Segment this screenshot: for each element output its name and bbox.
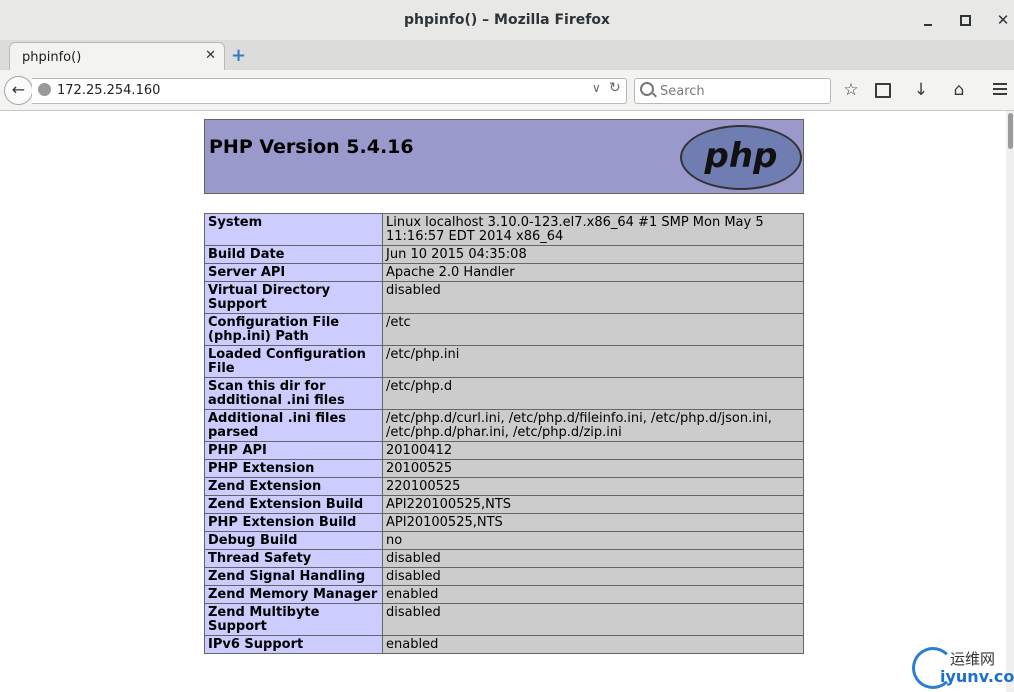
row-key: Loaded Configuration File <box>204 345 383 378</box>
row-key: PHP API <box>204 441 383 460</box>
page-viewport: PHP Version 5.4.16 php System Linux local… <box>0 111 1014 692</box>
row-key: Zend Extension <box>204 477 383 496</box>
table-row: PHP API 20100412 <box>204 441 804 460</box>
table-row: PHP Extension Build API20100525,NTS <box>204 513 804 532</box>
table-row: Loaded Configuration File/etc/php.ini <box>204 345 804 378</box>
download-icon[interactable]: ↓ <box>910 79 932 101</box>
row-value: no <box>382 531 804 550</box>
table-row: Zend Extension 220100525 <box>204 477 804 496</box>
maximize-icon[interactable] <box>955 10 975 30</box>
row-key: PHP Extension <box>204 459 383 478</box>
row-value: API220100525,NTS <box>382 495 804 514</box>
row-value: /etc/php.d/curl.ini, /etc/php.d/fileinfo… <box>382 409 804 442</box>
home-icon[interactable]: ⌂ <box>948 79 970 101</box>
row-key: Virtual Directory Support <box>204 281 383 314</box>
table-row: Zend Signal Handling disabled <box>204 567 804 586</box>
row-value: disabled <box>382 281 804 314</box>
bookmark-star-icon[interactable]: ☆ <box>840 79 862 101</box>
table-row: Additional .ini files parsed/etc/php.d/c… <box>204 409 804 442</box>
row-value: Jun 10 2015 04:35:08 <box>382 245 804 264</box>
row-key: Zend Multibyte Support <box>204 603 383 636</box>
row-key: Configuration File (php.ini) Path <box>204 313 383 346</box>
row-key: Thread Safety <box>204 549 383 568</box>
bookmarks-list-icon[interactable] <box>872 79 894 101</box>
row-key: Additional .ini files parsed <box>204 409 383 442</box>
row-key: IPv6 Support <box>204 635 383 654</box>
tab-strip: phpinfo() ✕ + <box>0 40 1014 71</box>
url-text[interactable]: 172.25.254.160 <box>57 83 160 98</box>
php-version-header: PHP Version 5.4.16 php <box>204 119 804 194</box>
row-value: enabled <box>382 585 804 604</box>
menu-icon[interactable] <box>989 79 1011 101</box>
row-value: disabled <box>382 603 804 636</box>
row-key: PHP Extension Build <box>204 513 383 532</box>
tab-close-icon[interactable]: ✕ <box>205 48 216 63</box>
table-row: Thread Safety disabled <box>204 549 804 568</box>
table-row: Zend Memory Manager enabled <box>204 585 804 604</box>
search-box[interactable] <box>634 78 831 104</box>
watermark-en-text: iyunv.com <box>940 667 1014 686</box>
new-tab-icon[interactable]: + <box>231 45 246 66</box>
row-key: Zend Extension Build <box>204 495 383 514</box>
row-value: /etc/php.d <box>382 377 804 410</box>
row-value: /etc <box>382 313 804 346</box>
row-key: Scan this dir for additional .ini files <box>204 377 383 410</box>
window-title: phpinfo() – Mozilla Firefox <box>404 12 610 28</box>
row-key: Server API <box>204 263 383 282</box>
minimize-icon[interactable] <box>918 10 938 30</box>
table-row: PHP Extension 20100525 <box>204 459 804 478</box>
row-value: API20100525,NTS <box>382 513 804 532</box>
row-key: System <box>204 213 383 246</box>
search-input[interactable] <box>658 82 827 100</box>
php-logo-text: php <box>704 136 778 176</box>
row-key: Build Date <box>204 245 383 264</box>
php-logo: php <box>680 125 802 190</box>
url-bar[interactable]: 172.25.254.160 ∨ ↻ <box>32 78 627 104</box>
row-value: 220100525 <box>382 477 804 496</box>
table-row: Configuration File (php.ini) Path/etc <box>204 313 804 346</box>
table-row: Server API Apache 2.0 Handler <box>204 263 804 282</box>
tab-title: phpinfo() <box>22 50 82 65</box>
row-value: disabled <box>382 549 804 568</box>
table-row: Zend Extension Build API220100525,NTS <box>204 495 804 514</box>
window-titlebar: phpinfo() – Mozilla Firefox ✕ <box>0 0 1014 41</box>
site-identity-icon[interactable] <box>38 83 51 96</box>
table-row: System Linux localhost 3.10.0-123.el7.x86… <box>204 213 804 246</box>
scrollbar[interactable] <box>1006 111 1014 692</box>
search-icon <box>640 82 654 96</box>
url-dropdown-icon[interactable]: ∨ <box>592 81 601 95</box>
phpinfo-table: System Linux localhost 3.10.0-123.el7.x86… <box>204 213 804 654</box>
row-value: enabled <box>382 635 804 654</box>
navigation-toolbar: ← 172.25.254.160 ∨ ↻ ☆ ↓ ⌂ <box>0 70 1014 111</box>
row-value: 20100525 <box>382 459 804 478</box>
table-row: Zend Multibyte Support disabled <box>204 603 804 636</box>
tab-phpinfo[interactable]: phpinfo() ✕ <box>9 42 225 71</box>
table-row: Virtual Directory Support disabled <box>204 281 804 314</box>
row-key: Zend Memory Manager <box>204 585 383 604</box>
row-value: Apache 2.0 Handler <box>382 263 804 282</box>
table-row: Debug Build no <box>204 531 804 550</box>
php-version-title: PHP Version 5.4.16 <box>209 136 414 158</box>
site-watermark: 运维网 iyunv.com <box>910 645 1014 692</box>
table-row: Scan this dir for additional .ini files /… <box>204 377 804 410</box>
row-value: disabled <box>382 567 804 586</box>
row-value: /etc/php.ini <box>382 345 804 378</box>
table-row: IPv6 Support enabled <box>204 635 804 654</box>
watermark-cn-text: 运维网 <box>950 650 996 668</box>
row-key: Zend Signal Handling <box>204 567 383 586</box>
row-value: 20100412 <box>382 441 804 460</box>
row-key: Debug Build <box>204 531 383 550</box>
table-row: Build Date Jun 10 2015 04:35:08 <box>204 245 804 264</box>
scrollbar-thumb[interactable] <box>1008 113 1013 149</box>
close-icon[interactable]: ✕ <box>993 10 1013 30</box>
back-button[interactable]: ← <box>4 76 33 105</box>
reload-icon[interactable]: ↻ <box>609 80 621 96</box>
row-value: Linux localhost 3.10.0-123.el7.x86_64 #1… <box>382 213 804 246</box>
